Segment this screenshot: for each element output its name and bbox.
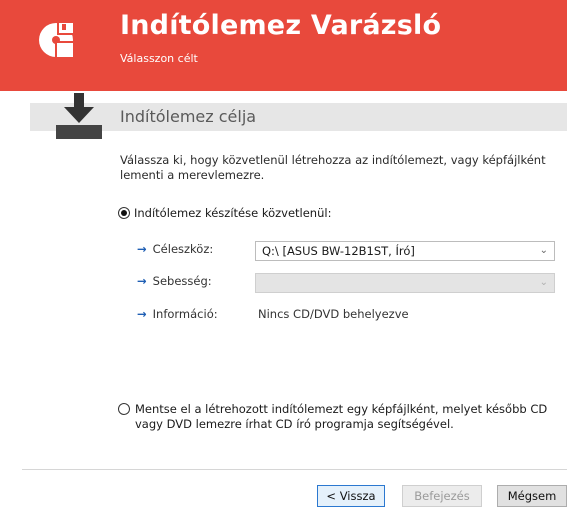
info-label: → Információ: — [137, 307, 218, 321]
arrow-right-icon: → — [137, 242, 147, 256]
wizard-title: Indítólemez Varázsló — [120, 10, 442, 41]
cancel-button[interactable]: Mégsem — [497, 485, 567, 507]
info-value: Nincs CD/DVD behelyezve — [258, 307, 409, 321]
target-device-value: Q:\ [ASUS BW-12B1ST, Író] — [262, 244, 415, 258]
section-bar — [30, 103, 567, 131]
speed-label: → Sebesség: — [137, 274, 212, 288]
back-button[interactable]: < Vissza — [317, 485, 385, 507]
download-to-drive-icon — [56, 93, 102, 139]
arrow-right-icon: → — [137, 307, 147, 321]
speed-select[interactable]: ⌄ — [255, 273, 555, 293]
description-text: Válassza ki, hogy közvetlenül létrehozza… — [120, 153, 546, 182]
chevron-down-icon: ⌄ — [539, 277, 548, 288]
target-device-select[interactable]: Q:\ [ASUS BW-12B1ST, Író] ⌄ — [255, 241, 555, 261]
wizard-header: Indítólemez Varázsló Válasszon célt — [0, 0, 567, 91]
target-device-label: → Céleszköz: — [137, 242, 214, 256]
radio-image[interactable] — [118, 403, 130, 415]
wizard-subtitle: Válasszon célt — [120, 52, 198, 65]
chevron-down-icon: ⌄ — [539, 245, 548, 256]
radio-image-label[interactable]: Mentse el a létrehozott indítólemezt egy… — [135, 402, 565, 432]
radio-direct-label[interactable]: Indítólemez készítése közvetlenül: — [134, 206, 331, 220]
section-title: Indítólemez célja — [120, 107, 257, 126]
arrow-right-icon: → — [137, 274, 147, 288]
finish-button[interactable]: Befejezés — [402, 485, 482, 507]
boot-disk-icon — [39, 21, 75, 59]
radio-direct[interactable] — [118, 207, 130, 219]
footer-divider — [22, 469, 567, 470]
